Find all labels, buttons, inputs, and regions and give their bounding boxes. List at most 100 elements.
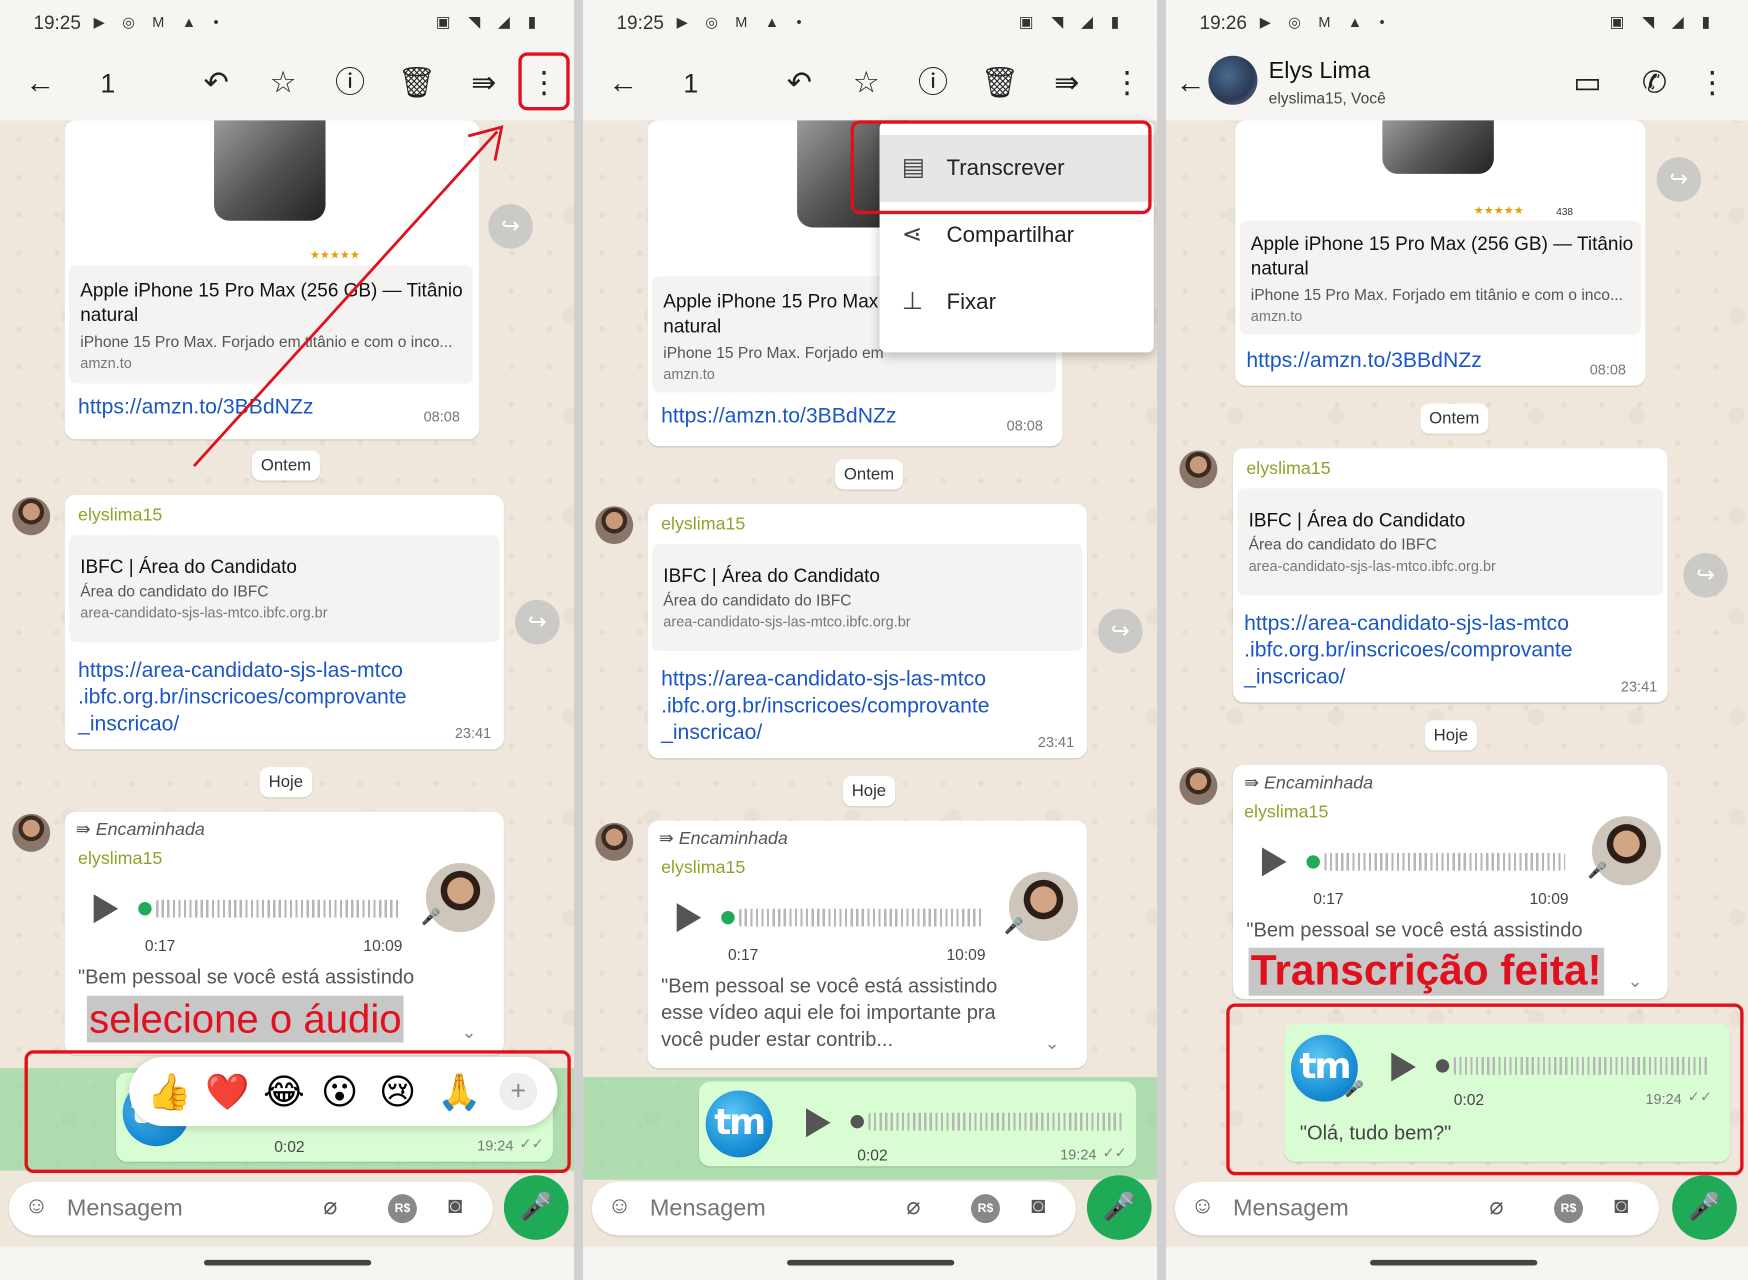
date-chip: Ontem <box>834 459 904 490</box>
mic-icon: 🎤 <box>1004 916 1024 935</box>
message-time: 08:08 <box>1589 361 1626 378</box>
sender-avatar[interactable] <box>1179 450 1218 489</box>
preview-desc: Área do candidato do IBFC <box>663 590 852 609</box>
video-call-icon[interactable]: ▭ <box>1563 58 1612 107</box>
trash-icon[interactable]: 🗑 <box>975 58 1024 107</box>
forward-icon[interactable]: ⇛ <box>1042 58 1091 107</box>
ibfc-link-1[interactable]: https://area-candidato-sjs-las-mtco <box>1244 611 1569 638</box>
selected-count: 1 <box>683 69 699 100</box>
message-time: 19:24 <box>1060 1146 1097 1163</box>
panel-2: 19:25 ▶ ◎ M ▲ • ▣ ◥ ◢ ▮ ← 1 ↶ ☆ ⓘ 🗑 ⇛ ⋮ … <box>583 0 1158 1280</box>
play-icon[interactable] <box>1261 847 1287 877</box>
forward-shortcut-icon[interactable]: ↪ <box>1656 157 1702 202</box>
rating-stars: ★★★★★ <box>1473 205 1524 218</box>
ibfc-link-3[interactable]: _inscricao/ <box>1244 665 1345 692</box>
home-pill[interactable] <box>1370 1259 1538 1266</box>
waveform[interactable] <box>868 1112 1125 1131</box>
forward-shortcut-icon[interactable]: ↪ <box>1098 608 1143 654</box>
nav-bar <box>1166 1246 1748 1280</box>
message-input-bar: ☺ ⌀ R$ ◙ <box>1174 1181 1659 1236</box>
status-bar: 19:25 ▶ ◎ M ▲ • ▣ ◥ ◢ ▮ <box>583 0 1158 45</box>
sender-avatar[interactable] <box>595 822 634 861</box>
my-audio-message[interactable]: tm 0:02 19:24 ✓✓ <box>698 1081 1136 1167</box>
link-preview: Apple iPhone 15 Pro Max (256 GB) — Titân… <box>1239 220 1641 335</box>
info-icon[interactable]: ⓘ <box>909 58 958 107</box>
preview-domain: amzn.to <box>1250 307 1303 325</box>
message-time: 23:41 <box>1037 733 1075 751</box>
menu-label: Compartilhar <box>946 222 1075 248</box>
chevron-down-icon[interactable]: ⌄ <box>1045 1032 1060 1054</box>
pin-icon: ⊥ <box>901 286 924 315</box>
status-bar: 19:26 ▶ ◎ M ▲ • ▣ ◥ ◢ ▮ <box>1166 0 1748 45</box>
share-icon: ⋖ <box>901 219 923 248</box>
sticker-icon[interactable]: ☺ <box>1191 1193 1215 1220</box>
date-chip: Hoje <box>842 776 896 807</box>
reply-icon[interactable]: ↶ <box>775 58 824 107</box>
phone-icon[interactable]: ✆ <box>1630 58 1679 107</box>
preview-desc: iPhone 15 Pro Max. Forjado em titânio e … <box>1250 285 1623 304</box>
waveform[interactable] <box>739 908 985 927</box>
attach-icon[interactable]: ⌀ <box>906 1193 920 1221</box>
forwarded-icon: ⇛ <box>658 829 679 849</box>
menu-item-fixar[interactable]: ⊥ Fixar <box>880 269 1154 336</box>
payment-icon[interactable]: R$ <box>970 1194 1000 1224</box>
product-link[interactable]: https://amzn.to/3BBdNZz <box>1246 348 1481 375</box>
play-icon[interactable] <box>806 1108 831 1138</box>
forwarded-icon: ⇛ <box>1244 773 1265 793</box>
star-icon[interactable]: ☆ <box>842 58 891 107</box>
attach-icon[interactable]: ⌀ <box>1489 1193 1503 1221</box>
play-icon[interactable] <box>676 903 702 933</box>
preview-desc: Área do candidato do IBFC <box>1248 535 1437 554</box>
transcript-line-2: esse vídeo aqui ele foi importante pra <box>661 1001 996 1024</box>
sender-avatar[interactable] <box>595 506 634 545</box>
chevron-down-icon[interactable]: ⌄ <box>1628 970 1643 992</box>
payment-icon[interactable]: R$ <box>1554 1194 1584 1224</box>
ibfc-link-1[interactable]: https://area-candidato-sjs-las-mtco <box>661 667 986 694</box>
preview-title: IBFC | Área do Candidato <box>663 565 880 587</box>
message-input[interactable] <box>1232 1195 1456 1223</box>
contact-avatar[interactable] <box>1208 55 1258 105</box>
home-pill[interactable] <box>787 1259 955 1266</box>
audio-time: 10:09 <box>1529 889 1569 908</box>
ibfc-link-2[interactable]: .ibfc.org.br/inscricoes/comprovante <box>1244 638 1572 665</box>
progress-dot[interactable] <box>850 1114 864 1129</box>
menu-label: Fixar <box>946 289 997 315</box>
voice-record-button[interactable]: 🎤 <box>1086 1175 1152 1240</box>
preview-title: IBFC | Área do Candidato <box>1248 509 1466 531</box>
product-link[interactable]: https://amzn.to/3BBdNZz <box>661 404 896 431</box>
back-arrow-icon[interactable]: ← <box>599 58 648 107</box>
nav-bar <box>583 1246 1158 1280</box>
waveform[interactable] <box>1324 852 1566 871</box>
more-vert-icon[interactable]: ⋮ <box>1688 58 1737 107</box>
sticker-icon[interactable]: ☺ <box>608 1193 632 1220</box>
audio-duration: 0:17 <box>727 945 759 964</box>
ibfc-link-3[interactable]: _inscricao/ <box>661 720 762 747</box>
preview-domain: amzn.to <box>663 365 715 383</box>
link-preview: IBFC | Área do Candidato Área do candida… <box>1237 488 1664 596</box>
camera-icon[interactable]: ◙ <box>1031 1193 1045 1220</box>
more-vert-icon[interactable]: ⋮ <box>1103 58 1152 107</box>
sender-avatar[interactable] <box>1179 767 1218 806</box>
audio-message[interactable]: ⇛ Encaminhada elyslima15 0:17 10:09 🎤 "B… <box>647 820 1087 1069</box>
preview-domain: area-candidato-sjs-las-mtco.ibfc.org.br <box>663 613 911 630</box>
progress-dot[interactable] <box>721 910 735 925</box>
system-icons: ▣ ◥ ◢ ▮ <box>1609 12 1717 31</box>
forward-shortcut-icon[interactable]: ↪ <box>1683 553 1728 598</box>
status-time: 19:26 <box>1199 12 1247 34</box>
camera-icon[interactable]: ◙ <box>1614 1193 1628 1220</box>
panel-divider <box>574 0 584 1280</box>
progress-dot[interactable] <box>1306 855 1320 869</box>
ibfc-message[interactable]: elyslima15 IBFC | Área do Candidato Área… <box>1232 448 1668 703</box>
ibfc-link-2[interactable]: .ibfc.org.br/inscricoes/comprovante <box>661 694 989 721</box>
message-input[interactable] <box>649 1195 873 1223</box>
ibfc-message[interactable]: elyslima15 IBFC | Área do Candidato Área… <box>647 503 1087 759</box>
preview-desc: iPhone 15 Pro Max. Forjado em <box>663 343 884 362</box>
profile-logo: tm <box>705 1090 773 1158</box>
mic-icon: 🎤 <box>1587 860 1607 879</box>
contact-name[interactable]: Elys Lima <box>1269 58 1370 85</box>
system-icons: ▣ ◥ ◢ ▮ <box>1018 12 1126 31</box>
product-message[interactable]: ★★★★★ 438 Apple iPhone 15 Pro Max (256 G… <box>1235 120 1646 386</box>
audio-duration: 0:17 <box>1313 889 1344 908</box>
voice-record-button[interactable]: 🎤 <box>1672 1175 1737 1240</box>
iphone-image <box>1382 120 1494 174</box>
